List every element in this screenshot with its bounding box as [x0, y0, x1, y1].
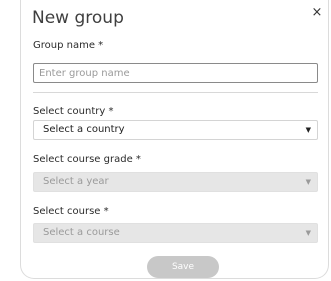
close-icon[interactable]: × — [310, 6, 324, 20]
chevron-down-icon: ▼ — [305, 229, 311, 237]
chevron-down-icon: ▼ — [305, 178, 311, 186]
group-name-label: Group name * — [33, 40, 104, 51]
dialog-title: New group — [32, 8, 124, 28]
divider — [33, 92, 318, 93]
course-grade-label: Select course grade * — [33, 154, 141, 165]
course-grade-select[interactable]: Select a year ▼ — [33, 172, 318, 192]
save-button[interactable]: Save — [147, 256, 219, 278]
chevron-down-icon: ▼ — [305, 126, 311, 134]
course-label: Select course * — [33, 206, 109, 217]
course-grade-select-value: Select a year — [43, 176, 109, 187]
course-select-value: Select a course — [43, 227, 120, 238]
course-select[interactable]: Select a course ▼ — [33, 223, 318, 243]
country-select-value: Select a country — [43, 124, 125, 135]
new-group-dialog: New group × Group name * Select country … — [20, 0, 329, 279]
country-label: Select country * — [33, 106, 114, 117]
group-name-input[interactable] — [33, 63, 318, 83]
country-select[interactable]: Select a country ▼ — [33, 120, 318, 140]
